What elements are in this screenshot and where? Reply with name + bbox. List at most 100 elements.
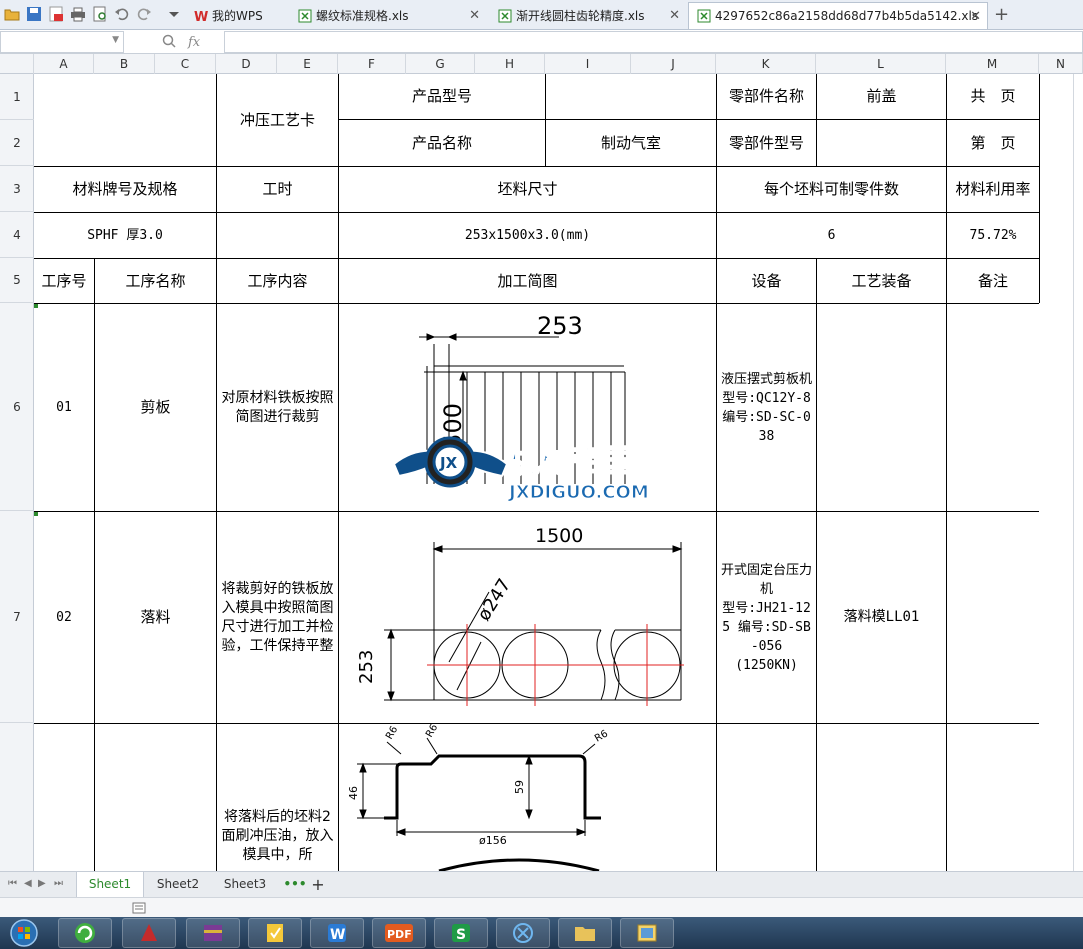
image-viewer-taskbar-icon[interactable] — [620, 918, 674, 948]
op-equipment[interactable]: 开式固定台压力机 型号:JH21-125 编号:SD-SB-056 (1250K… — [717, 512, 816, 723]
column-header[interactable]: A — [34, 54, 94, 74]
prev-sheet-icon[interactable]: ◀ — [24, 878, 32, 889]
redo-icon[interactable] — [136, 6, 152, 22]
archive-taskbar-icon[interactable] — [186, 918, 240, 948]
row-header[interactable]: 7 — [0, 511, 34, 723]
row-header[interactable]: 6 — [0, 303, 34, 511]
close-tab-icon[interactable]: ✕ — [469, 8, 480, 23]
blank-size-label: 坯料尺寸 — [497, 180, 558, 198]
part-name-value[interactable]: 前盖 — [817, 74, 946, 119]
notes-taskbar-icon[interactable] — [248, 918, 302, 948]
op-tooling[interactable]: 落料模LL01 — [817, 512, 946, 723]
sheet-tab-sheet1[interactable]: Sheet1 — [76, 872, 144, 897]
pdf-taskbar-icon[interactable]: PDF — [372, 918, 426, 948]
start-button[interactable] — [4, 918, 44, 948]
export-pdf-icon[interactable] — [48, 6, 64, 22]
page-view-icon[interactable] — [132, 901, 146, 918]
op-note[interactable] — [947, 512, 1039, 723]
column-header[interactable]: F — [338, 54, 406, 74]
zoom-search-icon[interactable] — [162, 34, 176, 51]
tab-thread-spec[interactable]: 螺纹标准规格.xls ✕ — [290, 2, 486, 29]
header-op-content: 工序内容 — [247, 271, 308, 290]
function-icon[interactable]: fx — [188, 35, 200, 50]
product-model-value[interactable] — [546, 74, 716, 119]
tab-my-wps[interactable]: W 我的WPS — [186, 2, 290, 29]
op-no[interactable]: 01 — [34, 304, 94, 511]
browser-taskbar-icon[interactable] — [58, 918, 112, 948]
utilization-value[interactable]: 75.72% — [947, 213, 1039, 258]
product-name-value[interactable]: 制动气室 — [546, 120, 716, 166]
wps-writer-taskbar-icon[interactable]: W — [310, 918, 364, 948]
column-header[interactable]: B — [94, 54, 155, 74]
row-header[interactable]: 2 — [0, 120, 34, 166]
op-equipment[interactable] — [717, 724, 816, 871]
op-content[interactable]: 对原材料铁板按照简图进行裁剪 — [217, 304, 338, 511]
close-tab-icon[interactable]: ✕ — [669, 8, 680, 23]
op-equipment[interactable]: 液压摆式剪板机 型号:QC12Y-8 编号:SD-SC-038 — [717, 304, 816, 511]
op-note[interactable] — [947, 304, 1039, 511]
add-sheet-icon[interactable]: + — [308, 872, 328, 897]
cad-taskbar-icon[interactable] — [122, 918, 176, 948]
part-model-value[interactable] — [817, 120, 946, 166]
column-header[interactable]: N — [1039, 54, 1083, 74]
row-header[interactable]: 3 — [0, 166, 34, 212]
column-header[interactable]: D — [216, 54, 277, 74]
row-header[interactable]: 5 — [0, 258, 34, 303]
op-content[interactable]: 将裁剪好的铁板放入模具中按照简图尺寸进行加工并检验，工件保持平整 — [217, 512, 338, 723]
tab-current-file[interactable]: 4297652c86a2158dd68d77b4b5da5142.xls ✕ — [688, 2, 988, 29]
column-header[interactable]: C — [155, 54, 216, 74]
formula-input[interactable] — [224, 31, 1083, 53]
column-header[interactable]: G — [406, 54, 475, 74]
column-header[interactable]: H — [475, 54, 545, 74]
row-header[interactable]: 4 — [0, 212, 34, 258]
select-all-corner[interactable] — [0, 54, 34, 74]
op-name[interactable]: 落料 — [95, 512, 216, 723]
hours-value[interactable] — [217, 213, 338, 258]
print-preview-icon[interactable] — [92, 6, 108, 22]
more-sheets-icon[interactable]: ••• — [282, 872, 308, 897]
op-content[interactable]: 将落料后的坯料2面刷冲压油，放入模具中，所 — [217, 724, 338, 871]
undo-icon[interactable] — [114, 6, 130, 22]
material-value[interactable]: SPHF 厚3.0 — [34, 213, 216, 258]
op-tooling[interactable] — [817, 304, 946, 511]
spreadsheet-file-icon — [697, 9, 711, 23]
sheet-tab-sheet2[interactable]: Sheet2 — [146, 872, 210, 897]
chevron-down-icon[interactable]: ▼ — [112, 35, 119, 45]
tab-gear-accuracy[interactable]: 渐开线圆柱齿轮精度.xls ✕ — [490, 2, 686, 29]
wps-spreadsheet-taskbar-icon[interactable]: S — [434, 918, 488, 948]
row-header[interactable]: 1 — [0, 74, 34, 120]
op-name[interactable]: 剪板 — [95, 304, 216, 511]
parts-per-blank-value[interactable]: 6 — [717, 213, 946, 258]
utilization-label: 材料利用率 — [955, 180, 1031, 198]
op-tooling[interactable] — [817, 724, 946, 871]
column-header[interactable]: E — [277, 54, 338, 74]
open-folder-icon[interactable] — [4, 6, 20, 22]
op-no[interactable]: 02 — [34, 512, 94, 723]
watermark-badge-text: JX — [439, 454, 458, 472]
column-header[interactable]: J — [631, 54, 716, 74]
sheet-tab-sheet3[interactable]: Sheet3 — [212, 872, 278, 897]
op-note[interactable] — [947, 724, 1039, 871]
first-sheet-icon[interactable]: ⏮ — [8, 878, 17, 889]
new-tab-icon[interactable]: + — [994, 4, 1009, 25]
worksheet[interactable]: 冲压工艺卡 产品型号 零部件名称 前盖 共 页 产品名称 制动气室 零部件型号 … — [34, 74, 1083, 871]
blank-size-value[interactable]: 253x1500x3.0(mm) — [339, 213, 716, 258]
part-name-label: 零部件名称 — [728, 87, 804, 105]
close-tab-icon[interactable]: ✕ — [970, 9, 981, 24]
last-sheet-icon[interactable]: ⏭ — [54, 878, 63, 889]
row-header[interactable] — [0, 723, 34, 871]
customize-dropdown-icon[interactable] — [166, 6, 182, 22]
print-icon[interactable] — [70, 6, 86, 22]
column-header[interactable]: K — [716, 54, 816, 74]
op-name[interactable] — [95, 724, 216, 871]
folder-taskbar-icon[interactable] — [558, 918, 612, 948]
column-header[interactable]: M — [946, 54, 1039, 74]
op-no[interactable] — [34, 724, 94, 871]
name-box[interactable]: ▼ — [0, 31, 124, 53]
column-header[interactable]: L — [816, 54, 946, 74]
next-sheet-icon[interactable]: ▶ — [38, 878, 46, 889]
tool-taskbar-icon[interactable] — [496, 918, 550, 948]
watermark-logo: JX 机械帝国 JXDIGUO.COM — [392, 436, 649, 504]
save-icon[interactable] — [26, 6, 42, 22]
column-header[interactable]: I — [545, 54, 631, 74]
